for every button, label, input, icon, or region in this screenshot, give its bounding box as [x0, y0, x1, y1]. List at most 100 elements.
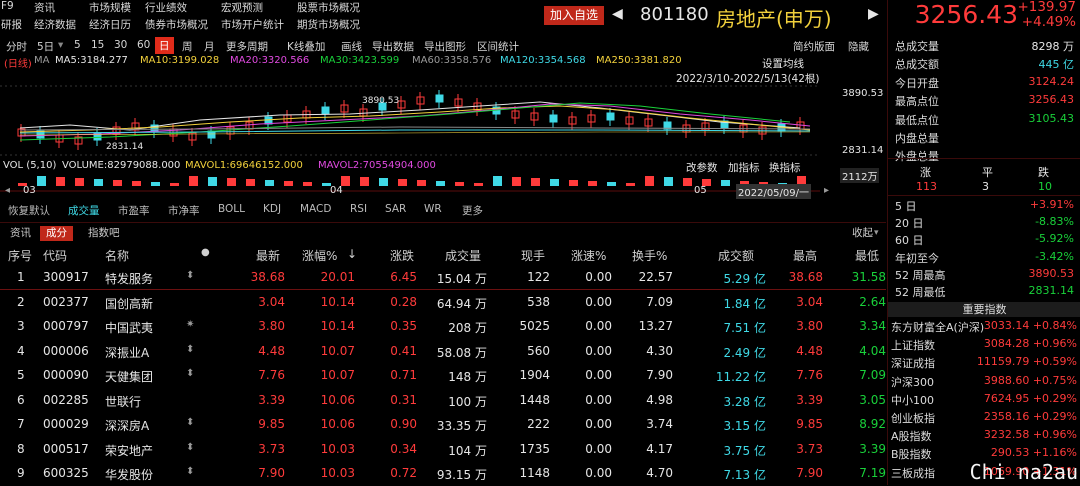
subtab-boll[interactable]: BOLL: [218, 203, 245, 215]
scroll-right-icon[interactable]: ▸: [824, 185, 829, 196]
chevron-down-icon[interactable]: ▾: [874, 228, 879, 238]
subtab-sar[interactable]: SAR: [385, 203, 406, 215]
tab-simple-layout[interactable]: 简约版面: [793, 39, 835, 54]
index-row[interactable]: 中小100 7624.95 +0.29%: [888, 391, 1080, 408]
tab-overlay[interactable]: K线叠加: [287, 39, 325, 54]
next-arrow-icon[interactable]: ▶: [868, 6, 879, 22]
table-row[interactable]: 6 002285 世联行 3.39 10.06 0.31 100 万 1448 0.00 4.98…: [0, 389, 886, 413]
table-row[interactable]: 7 000029 深深房A ⬍ 9.85 10.06 0.90 33.35 万 222 0.00 3…: [0, 413, 886, 437]
vol-edit-params[interactable]: 改参数: [686, 160, 718, 175]
tab-more-period[interactable]: 更多周期: [226, 39, 268, 54]
subtab-pb[interactable]: 市净率: [168, 203, 200, 218]
index-row[interactable]: 深证成指 11159.79 +0.59%: [888, 354, 1080, 371]
ma-settings[interactable]: 设置均线: [762, 56, 804, 71]
tab-news[interactable]: 资讯: [4, 226, 37, 241]
index-row[interactable]: 创业板指 2358.16 +0.29%: [888, 409, 1080, 426]
tab-export-chart[interactable]: 导出图形: [424, 39, 466, 54]
tab-export-data[interactable]: 导出数据: [372, 39, 414, 54]
col-pct[interactable]: 涨幅%: [302, 247, 337, 264]
index-row[interactable]: 东方财富全A(沪深) 3033.14 +0.84%: [888, 318, 1080, 335]
subtab-reset[interactable]: 恢复默认: [8, 203, 50, 218]
col-price[interactable]: 最新: [256, 247, 280, 264]
menu-industry-perf[interactable]: 行业绩效: [145, 0, 187, 15]
menu-stock-overview[interactable]: 股票市场概况: [297, 0, 360, 15]
col-speed[interactable]: 涨速%: [571, 247, 606, 264]
xaxis-04: 04: [330, 185, 343, 196]
index-name: 中小100: [891, 393, 934, 407]
table-row[interactable]: 8 000517 荣安地产 ⬍ 3.73 10.03 0.34 104 万 1735 0.00 4.…: [0, 438, 886, 462]
col-volume[interactable]: 成交量: [445, 247, 481, 264]
table-row[interactable]: 3 000797 中国武夷 ✷ 3.80 10.14 0.35 208 万 5025 0.00 13…: [0, 315, 886, 339]
tab-index-forum[interactable]: 指数吧: [82, 226, 126, 241]
period-label: 52 周最高: [895, 268, 946, 282]
menu-macro[interactable]: 宏观预测: [221, 0, 263, 15]
col-turnover[interactable]: 换手%: [632, 247, 667, 264]
col-amount[interactable]: 成交额: [718, 247, 754, 264]
menu-account[interactable]: 市场开户统计: [221, 17, 284, 32]
menu-news[interactable]: 资讯: [34, 0, 55, 15]
index-row[interactable]: 上证指数 3084.28 +0.96%: [888, 336, 1080, 353]
tab-range-stats[interactable]: 区间统计: [477, 39, 519, 54]
table-row[interactable]: 4 000006 深振业A ⬍ 4.48 10.07 0.41 58.08 万 560 0.00 4…: [0, 340, 886, 364]
cell-vol: 93.15 万: [436, 468, 487, 482]
subtab-kdj[interactable]: KDJ: [263, 203, 281, 215]
tab-5day[interactable]: 5日: [37, 39, 54, 54]
tab-month[interactable]: 月: [204, 39, 215, 54]
col-change[interactable]: 涨跌: [390, 247, 414, 264]
tab-components[interactable]: 成分: [40, 226, 73, 241]
prev-arrow-icon[interactable]: ◀: [612, 6, 623, 22]
right-panel: 3256.43 +139.97 +4.49% 总成交量 8298 万总成交额 445…: [887, 0, 1080, 485]
menu-market-size[interactable]: 市场规模: [89, 0, 131, 15]
subtab-volume[interactable]: 成交量: [68, 203, 100, 218]
tab-30min[interactable]: 30: [114, 39, 127, 51]
table-row[interactable]: 1 300917 特发服务 ⬍ 38.68 20.01 6.45 15.04 万 122 0.00…: [0, 266, 886, 290]
menu-research[interactable]: 研报: [1, 17, 22, 32]
ma120-value: MA120:3354.568: [500, 55, 586, 66]
volume-bar: [645, 176, 654, 186]
subtab-pe[interactable]: 市盈率: [118, 203, 150, 218]
volume-bar: [132, 181, 141, 186]
tab-day[interactable]: 日: [155, 37, 174, 54]
tab-intraday[interactable]: 分时: [6, 39, 27, 54]
col-high[interactable]: 最高: [793, 247, 817, 264]
vol-add-indicator[interactable]: 加指标: [728, 160, 760, 175]
table-row[interactable]: 5 000090 天健集团 ⬍ 7.76 10.07 0.71 148 万 1904 0.00 7.…: [0, 364, 886, 388]
col-name[interactable]: 名称: [105, 247, 129, 264]
sort-down-icon[interactable]: ↓: [347, 247, 357, 261]
stat-row: 总成交额 445 亿: [888, 55, 1080, 72]
menu-f9[interactable]: F9: [1, 0, 14, 12]
index-row[interactable]: 沪深300 3988.60 +0.75%: [888, 373, 1080, 390]
tab-draw[interactable]: 画线: [341, 39, 362, 54]
tab-15min[interactable]: 15: [91, 39, 104, 51]
col-mark[interactable]: ●: [201, 247, 210, 258]
tab-hide[interactable]: 隐藏: [848, 39, 869, 54]
scroll-left-icon[interactable]: ◂: [5, 185, 10, 196]
col-current[interactable]: 现手: [521, 247, 545, 264]
cell-turn: 4.17: [646, 441, 673, 456]
subtab-macd[interactable]: MACD: [300, 203, 331, 215]
table-row[interactable]: 2 002377 国创高新 3.04 10.14 0.28 64.94 万 538 0.00 7.…: [0, 291, 886, 315]
subtab-wr[interactable]: WR: [424, 203, 442, 215]
tab-5min[interactable]: 5: [74, 39, 81, 51]
col-code[interactable]: 代码: [43, 247, 67, 264]
volume-bar: [455, 182, 464, 186]
index-row[interactable]: A股指数 3232.58 +0.96%: [888, 427, 1080, 444]
cell-code: 000006: [43, 343, 89, 358]
cell-code: 000090: [43, 368, 89, 382]
add-watchlist-button[interactable]: 加入自选: [544, 6, 604, 25]
tab-week[interactable]: 周: [182, 39, 193, 54]
vol-change-indicator[interactable]: 换指标: [769, 160, 801, 175]
menu-econ-data[interactable]: 经济数据: [34, 17, 76, 32]
subtab-more[interactable]: 更多: [462, 203, 483, 218]
subtab-rsi[interactable]: RSI: [350, 203, 367, 215]
menu-futures[interactable]: 期货市场概况: [297, 17, 360, 32]
stat-label: 总成交额: [895, 58, 939, 72]
col-seq[interactable]: 序号: [8, 247, 32, 264]
menu-econ-calendar[interactable]: 经济日历: [89, 17, 131, 32]
chevron-down-icon[interactable]: ▾: [58, 39, 63, 51]
tab-60min[interactable]: 60: [137, 39, 150, 51]
volume-bar: [113, 180, 122, 186]
col-low[interactable]: 最低: [855, 247, 879, 264]
table-row[interactable]: 9 600325 华发股份 ⬍ 7.90 10.03 0.72 93.15 万 1148 0.00…: [0, 462, 886, 486]
menu-bond[interactable]: 债券市场概况: [145, 17, 208, 32]
